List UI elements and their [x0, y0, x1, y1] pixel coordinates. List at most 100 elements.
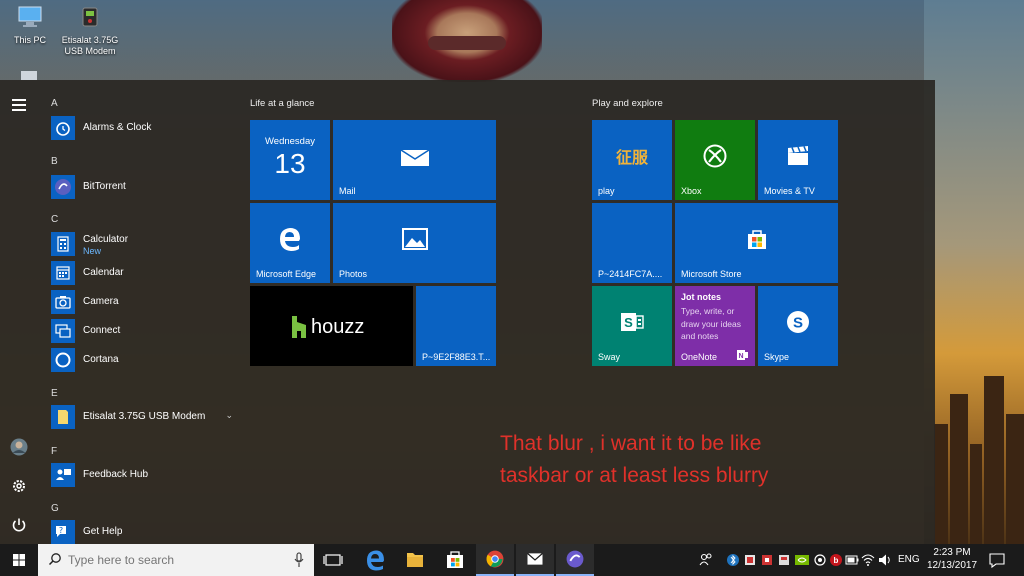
start-rail: [0, 80, 38, 544]
store-taskbar-icon[interactable]: [436, 544, 474, 576]
power-icon[interactable]: [10, 516, 28, 534]
app-item-calendar[interactable]: Calendar: [51, 259, 241, 287]
bittorrent-icon: [51, 175, 75, 199]
svg-text:S: S: [793, 315, 803, 332]
calendar-icon: [51, 261, 75, 285]
tile-p2414fc7a[interactable]: P~2414FC7A....: [592, 203, 672, 283]
cortana-icon: [51, 348, 75, 372]
bluetooth-icon[interactable]: [726, 544, 740, 576]
app-item-label: Calendar: [83, 267, 124, 278]
houzz-logo-icon: [292, 316, 306, 338]
action-center-icon[interactable]: [988, 544, 1006, 576]
app-item-cortana[interactable]: Cortana: [51, 346, 241, 374]
app-item-get-help[interactable]: ? Get Help: [51, 518, 241, 546]
edge-icon: [280, 228, 300, 251]
tile-skype[interactable]: S Skype: [758, 286, 838, 366]
app-item-camera[interactable]: Camera: [51, 288, 241, 316]
tile-microsoft-store[interactable]: Microsoft Store: [675, 203, 838, 283]
tile-label: OneNote: [681, 352, 718, 362]
app-item-alarms-clock[interactable]: Alarms & Clock: [51, 114, 241, 142]
feedback-icon: [51, 463, 75, 487]
tray-app-icon-4[interactable]: [813, 544, 827, 576]
desktop-icon-etisalat-modem[interactable]: Etisalat 3.75G USB Modem: [60, 6, 120, 57]
tile-houzz[interactable]: houzz: [250, 286, 413, 366]
edge-taskbar-icon[interactable]: [356, 544, 394, 576]
app-item-connect[interactable]: Connect: [51, 317, 241, 345]
tile-group-title-life[interactable]: Life at a glance: [250, 98, 314, 109]
taskbar: b ENG 2:23 PM 12/13/2017: [0, 544, 1024, 576]
search-input[interactable]: [68, 551, 288, 569]
tile-label: Sway: [598, 352, 621, 362]
windows-start-button[interactable]: [0, 544, 38, 576]
tile-group-title-play[interactable]: Play and explore: [592, 98, 663, 109]
language-indicator[interactable]: ENG: [898, 544, 920, 576]
desktop-icon-label-line1: Etisalat 3.75G: [61, 35, 119, 45]
desktop-icon-label-line2: USB Modem: [64, 46, 116, 56]
modem-icon: [82, 7, 98, 27]
app-list-letter-e[interactable]: E: [51, 388, 58, 399]
tile-calendar[interactable]: Wednesday 13: [250, 120, 330, 200]
app-list-letter-a[interactable]: A: [51, 98, 58, 109]
svg-text:N: N: [738, 353, 743, 360]
app-item-label: Calculator: [83, 234, 129, 245]
app-list-letter-b[interactable]: B: [51, 156, 58, 167]
mail-taskbar-icon[interactable]: [516, 544, 554, 576]
tile-label: Xbox: [681, 186, 702, 196]
calendar-tile-date: 13: [274, 148, 306, 179]
settings-icon[interactable]: [10, 477, 28, 495]
tray-app-icon-3[interactable]: [777, 544, 791, 576]
help-icon: ?: [51, 520, 75, 544]
tile-play[interactable]: 征服 play: [592, 120, 672, 200]
tile-photos[interactable]: Photos: [333, 203, 496, 283]
microphone-icon[interactable]: [294, 552, 304, 568]
app-list-letter-f[interactable]: F: [51, 446, 57, 457]
file-explorer-icon[interactable]: [396, 544, 434, 576]
skype-icon: S: [787, 311, 809, 333]
task-view-icon[interactable]: [314, 544, 352, 576]
taskbar-search-box[interactable]: [38, 544, 314, 576]
chrome-icon[interactable]: [476, 544, 514, 576]
app-list-letter-c[interactable]: C: [51, 214, 58, 225]
recycle-bin-icon[interactable]: [18, 68, 40, 80]
onenote-tile-title: Jot notes: [681, 292, 722, 302]
menu-icon[interactable]: [10, 96, 28, 114]
tile-label: Mail: [339, 186, 356, 196]
app-item-etisalat-folder[interactable]: Etisalat 3.75G USB Modem ⌄: [51, 403, 241, 431]
onenote-icon: N: [737, 350, 748, 360]
svg-text:S: S: [624, 315, 633, 330]
chevron-down-icon[interactable]: ⌄: [225, 411, 233, 421]
app-item-feedback-hub[interactable]: Feedback Hub: [51, 461, 241, 489]
computer-icon: [18, 6, 42, 27]
app-item-label: Camera: [83, 296, 119, 307]
user-avatar[interactable]: [10, 438, 28, 456]
clock-time: 2:23 PM: [933, 547, 971, 558]
app-item-bittorrent[interactable]: BitTorrent: [51, 173, 241, 201]
calendar-tile-day: Wednesday: [265, 136, 315, 147]
tile-onenote[interactable]: Jot notes Type, write, or draw your idea…: [675, 286, 755, 366]
tile-label: Microsoft Store: [681, 269, 742, 279]
tile-movies-tv[interactable]: Movies & TV: [758, 120, 838, 200]
xbox-icon: [703, 144, 727, 168]
battery-icon[interactable]: [845, 544, 859, 576]
desktop-icon-label: This PC: [13, 35, 46, 45]
app-item-label: BitTorrent: [83, 181, 126, 192]
tile-sway[interactable]: S Sway: [592, 286, 672, 366]
tray-app-icon-1[interactable]: [743, 544, 757, 576]
tile-xbox[interactable]: Xbox: [675, 120, 755, 200]
app-item-label: Cortana: [83, 354, 119, 365]
tile-microsoft-edge[interactable]: Microsoft Edge: [250, 203, 330, 283]
app-item-calculator[interactable]: Calculator New: [51, 230, 241, 258]
people-icon[interactable]: [696, 544, 716, 576]
tile-mail[interactable]: Mail: [333, 120, 496, 200]
nvidia-icon[interactable]: [794, 544, 810, 576]
wifi-icon[interactable]: [861, 544, 875, 576]
tray-app-icon-2[interactable]: [760, 544, 774, 576]
app-item-label: Get Help: [83, 526, 123, 537]
beats-audio-icon[interactable]: b: [829, 544, 843, 576]
app-list-letter-g[interactable]: G: [51, 503, 59, 514]
tile-p9e2f88e3[interactable]: P~9E2F88E3.T...: [416, 286, 496, 366]
taskbar-clock[interactable]: 2:23 PM 12/13/2017: [922, 546, 982, 572]
volume-icon[interactable]: [878, 544, 892, 576]
desktop-icon-this-pc[interactable]: This PC: [0, 6, 60, 46]
bittorrent-taskbar-icon[interactable]: [556, 544, 594, 576]
